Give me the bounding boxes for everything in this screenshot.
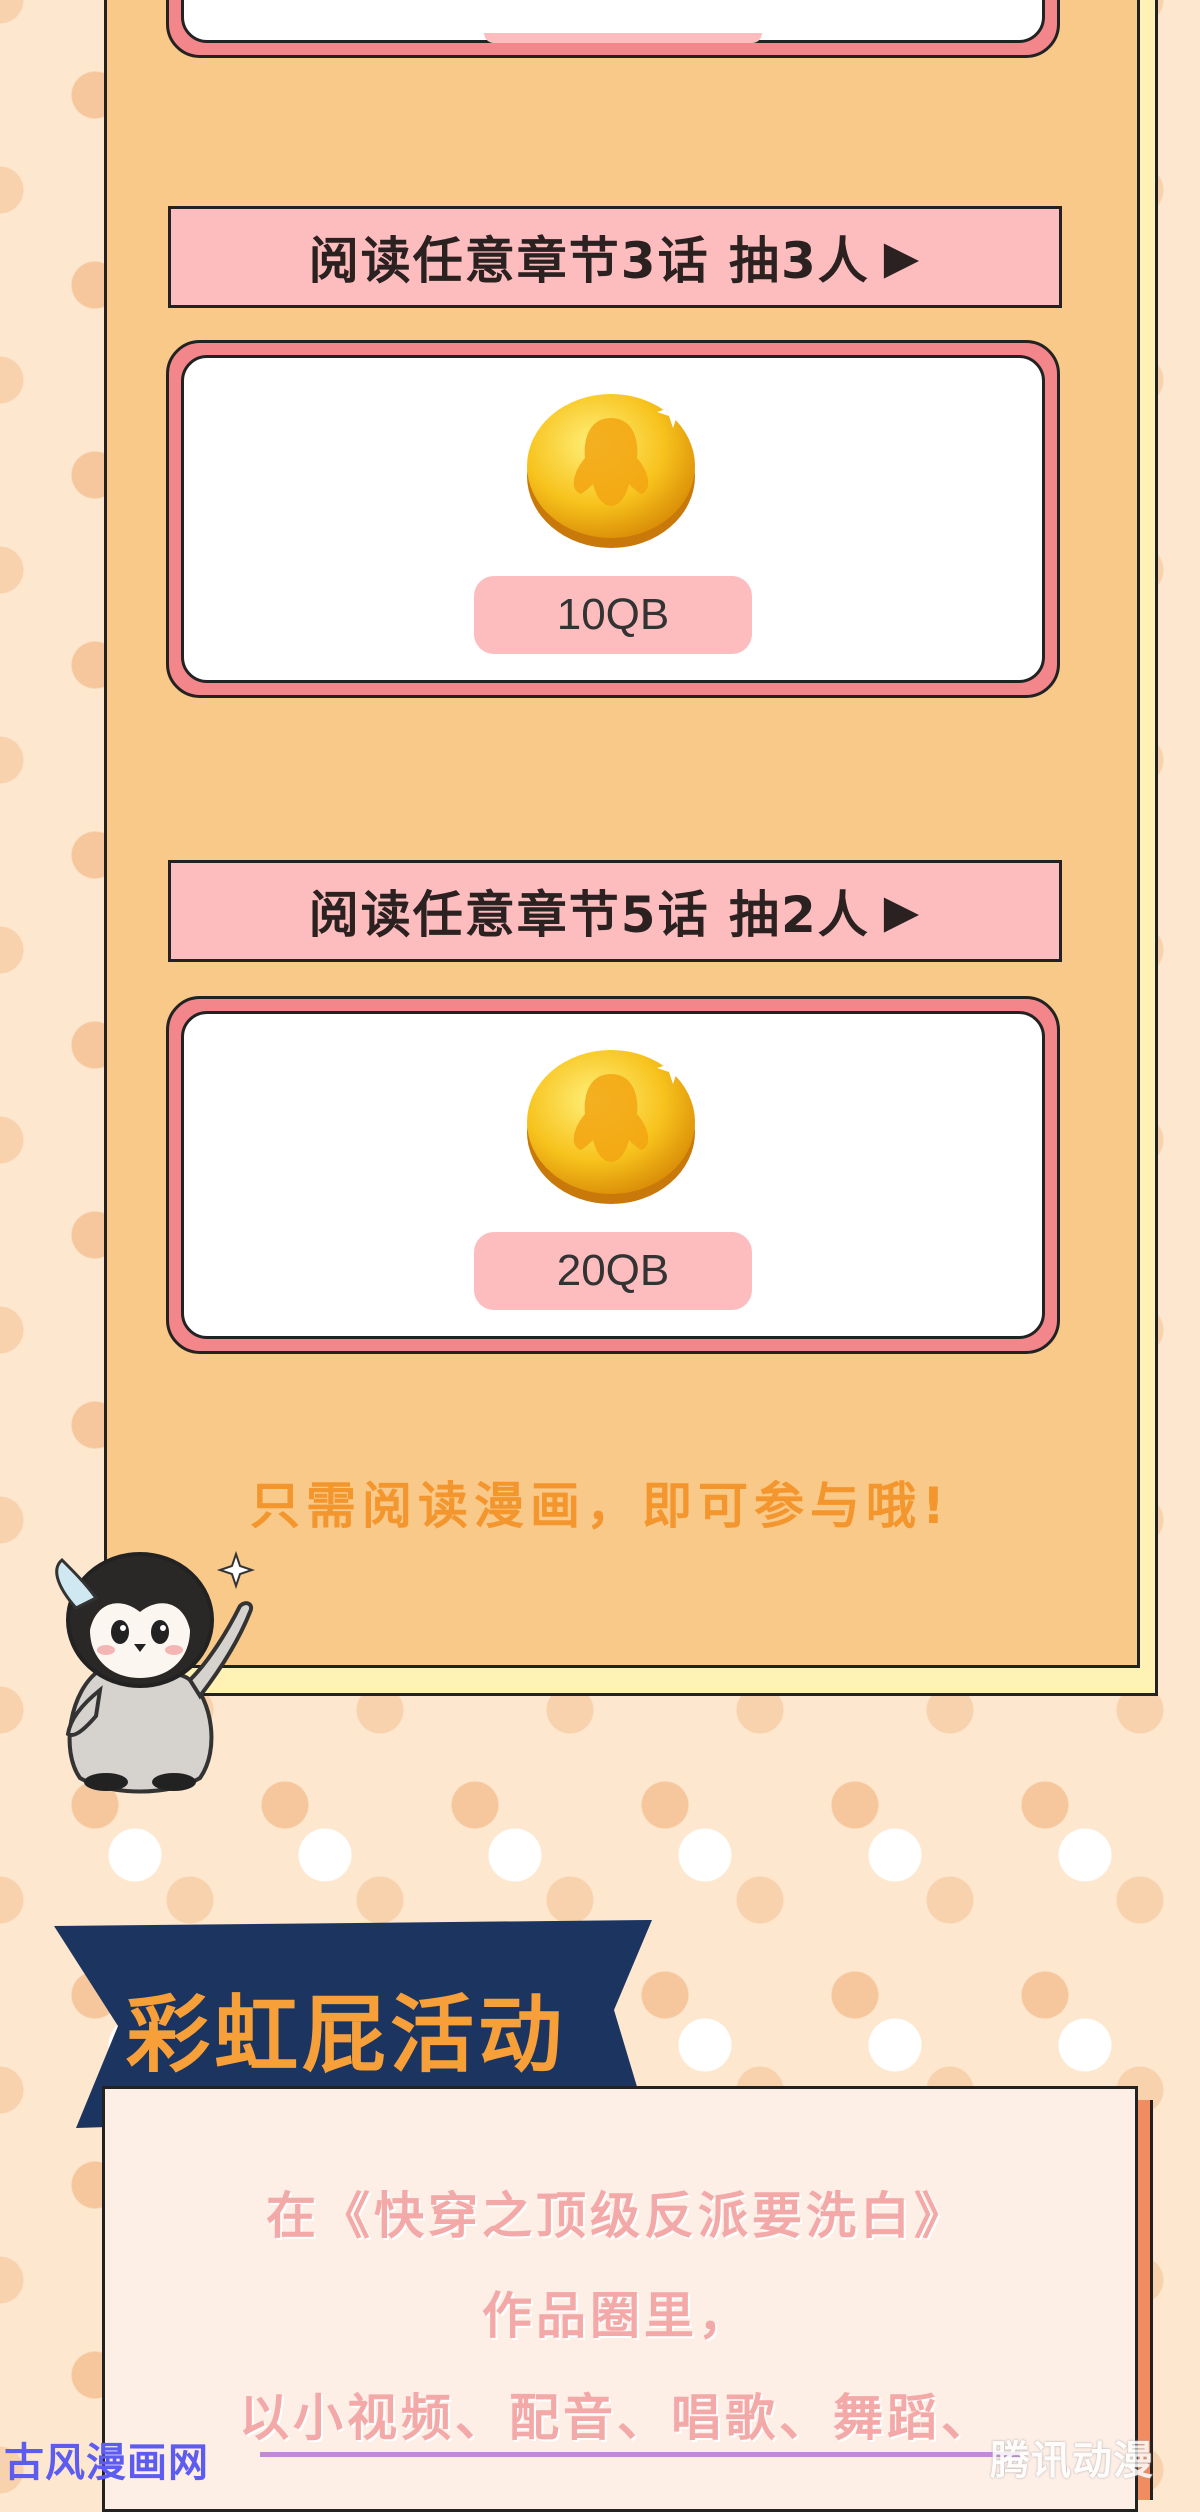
- activity-title: 彩虹屁活动: [126, 1986, 567, 2084]
- rainbow-line-3: 以小视频、配音、唱歌、舞蹈、: [239, 2389, 995, 2447]
- prize-card-1: 10QB: [166, 340, 1060, 698]
- watermark-right: 腾讯动漫: [990, 2438, 1154, 2484]
- qq-coin-icon: [527, 1050, 695, 1204]
- play-arrow-icon: ▶: [883, 230, 922, 284]
- watermark-left: 古风漫画网: [4, 2440, 209, 2486]
- prize-banner-1[interactable]: 阅读任意章节3话 抽3人 ▶: [168, 206, 1062, 308]
- prize-card-top: [166, 0, 1060, 58]
- qq-coin-icon: [527, 394, 695, 548]
- banner-text-2: 阅读任意章节5话 抽2人: [308, 886, 870, 944]
- prize-banner-2[interactable]: 阅读任意章节5话 抽2人 ▶: [168, 860, 1062, 962]
- prize-card-top-inner: [181, 0, 1045, 43]
- text-divider: [260, 2452, 1020, 2457]
- prize-card-inner-2: 20QB: [181, 1011, 1045, 1339]
- prize-card-inner-1: 10QB: [181, 355, 1045, 683]
- rainbow-line-1: 在《快穿之顶级反派要洗白》: [266, 2187, 968, 2245]
- prize-value-pill-1: 10QB: [474, 576, 752, 654]
- participation-note: 只需阅读漫画，即可参与哦!: [250, 1477, 951, 1535]
- prize-pill-top: [484, 33, 762, 43]
- play-arrow-icon: ▶: [883, 884, 922, 938]
- rainbow-line-2: 作品圈里，: [482, 2287, 752, 2345]
- penguin-mascot-icon: [55, 1550, 256, 1794]
- prize-card-2: 20QB: [166, 996, 1060, 1354]
- prize-value-pill-2: 20QB: [474, 1232, 752, 1310]
- banner-text-1: 阅读任意章节3话 抽3人: [308, 232, 870, 290]
